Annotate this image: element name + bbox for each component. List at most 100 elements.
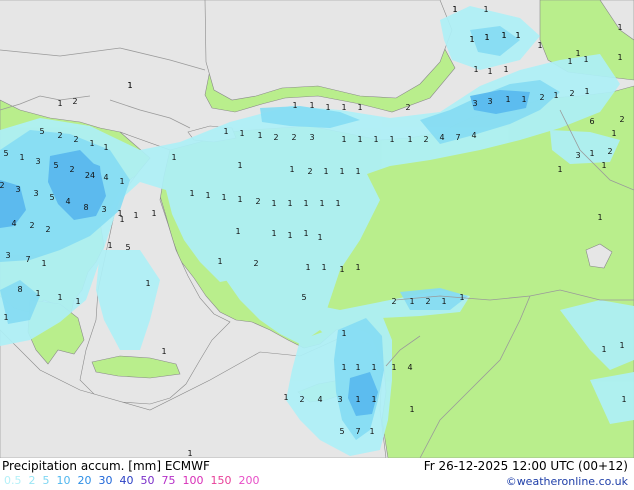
precip-value: 1 xyxy=(57,99,62,108)
legend-item: 200 xyxy=(238,474,260,487)
precip-value: 1 xyxy=(271,229,276,238)
precip-value: 1 xyxy=(107,241,112,250)
precip-value: 1 xyxy=(589,149,594,158)
precip-value: 1 xyxy=(339,167,344,176)
precip-value: 1 xyxy=(583,55,588,64)
precip-value: 1 xyxy=(341,135,346,144)
precip-value: 1 xyxy=(317,233,322,242)
precip-value: 1 xyxy=(391,363,396,372)
legend-item: 40 xyxy=(119,474,134,487)
precip-value: 1 xyxy=(557,165,562,174)
precip-value: 1 xyxy=(409,405,414,414)
precip-value: 5 xyxy=(3,149,8,158)
credit-link[interactable]: ©weatheronline.co.uk xyxy=(506,475,628,488)
precip-value: 1 xyxy=(35,289,40,298)
precip-value: 1 xyxy=(617,53,622,62)
precip-value: 1 xyxy=(19,153,24,162)
precip-value: 3 xyxy=(487,97,492,106)
precip-value: 1 xyxy=(484,33,489,42)
precip-value: 1 xyxy=(619,341,624,350)
precip-value: 2 xyxy=(73,135,78,144)
precip-value: 1 xyxy=(127,81,132,90)
precip-value: 1 xyxy=(537,41,542,50)
precip-value: 4 xyxy=(407,363,412,372)
precip-value: 3 xyxy=(337,395,342,404)
precip-value: 1 xyxy=(469,35,474,44)
precip-value: 1 xyxy=(553,91,558,100)
precip-value: 2 xyxy=(539,93,544,102)
legend-item: 100 xyxy=(182,474,204,487)
precip-value: 1 xyxy=(407,135,412,144)
precip-value: 3 xyxy=(309,133,314,142)
precip-value: 1 xyxy=(611,129,616,138)
precip-value: 1 xyxy=(357,135,362,144)
precip-value: 1 xyxy=(601,161,606,170)
precip-value: 8 xyxy=(17,285,22,294)
precip-value: 1 xyxy=(355,363,360,372)
precip-value: 1 xyxy=(325,103,330,112)
precip-value: 2 xyxy=(253,259,258,268)
precip-value: 1 xyxy=(287,199,292,208)
precip-value: 3 xyxy=(15,185,20,194)
map-title: Precipitation accum. [mm] ECMWF xyxy=(2,459,210,473)
precip-value: 4 xyxy=(103,173,108,182)
legend-item: 150 xyxy=(210,474,232,487)
legend-item: 30 xyxy=(98,474,113,487)
precip-value: 1 xyxy=(3,313,8,322)
precip-value: 1 xyxy=(341,103,346,112)
precip-value: 2 xyxy=(255,197,260,206)
precip-value: 1 xyxy=(305,263,310,272)
precip-value: 1 xyxy=(567,57,572,66)
precip-value: 1 xyxy=(151,209,156,218)
precip-value: 6 xyxy=(589,117,594,126)
precip-value: 2 xyxy=(391,297,396,306)
precip-value: 1 xyxy=(357,103,362,112)
precip-value: 1 xyxy=(57,293,62,302)
precip-value: 1 xyxy=(341,329,346,338)
legend-item: 5 xyxy=(42,474,50,487)
precip-value: 3 xyxy=(33,189,38,198)
precip-value: 5 xyxy=(301,293,306,302)
precip-value: 24 xyxy=(85,171,95,180)
precip-value: 3 xyxy=(101,205,106,214)
precip-value: 2 xyxy=(423,135,428,144)
precip-value: 1 xyxy=(371,363,376,372)
precip-value: 1 xyxy=(41,259,46,268)
legend-item: 75 xyxy=(161,474,176,487)
precip-value: 2 xyxy=(291,133,296,142)
precip-value: 1 xyxy=(369,427,374,436)
precip-value: 2 xyxy=(569,89,574,98)
precip-value: 3 xyxy=(5,251,10,260)
precip-value: 1 xyxy=(339,265,344,274)
precip-value: 1 xyxy=(119,177,124,186)
precip-value: 1 xyxy=(309,101,314,110)
precip-value: 1 xyxy=(601,345,606,354)
precip-value: 1 xyxy=(617,23,622,32)
precip-value: 3 xyxy=(35,157,40,166)
precip-value: 1 xyxy=(621,395,626,404)
precip-value: 4 xyxy=(317,395,322,404)
precip-value: 1 xyxy=(189,189,194,198)
precip-value: 2 xyxy=(607,147,612,156)
precip-value: 7 xyxy=(355,427,360,436)
legend-item: 50 xyxy=(140,474,155,487)
precip-value: 1 xyxy=(221,193,226,202)
precip-value: 1 xyxy=(133,211,138,220)
precip-value: 1 xyxy=(237,195,242,204)
precip-value: 1 xyxy=(335,199,340,208)
precip-value: 1 xyxy=(323,167,328,176)
precip-value: 1 xyxy=(239,129,244,138)
precip-value: 1 xyxy=(503,65,508,74)
map-canvas: 11 1 1 111 11 1 11 2 1 1 1 1 1 2 3 3 1 1 2 1 2 11 1 1 2 2 3 1 1 1 1 1 2 4… xyxy=(0,0,634,458)
precip-value: 1 xyxy=(483,5,488,14)
precip-value: 1 xyxy=(292,101,297,110)
precip-value: 1 xyxy=(303,229,308,238)
precip-value: 2 xyxy=(425,297,430,306)
precip-value: 1 xyxy=(501,31,506,40)
precip-value: 1 xyxy=(371,395,376,404)
precip-value: 1 xyxy=(575,49,580,58)
precipitation-map: 1111111111112111112331121211112231111124… xyxy=(0,0,634,458)
precip-value: 1 xyxy=(505,95,510,104)
precip-value: 2 xyxy=(619,115,624,124)
precip-value: 1 xyxy=(145,279,150,288)
